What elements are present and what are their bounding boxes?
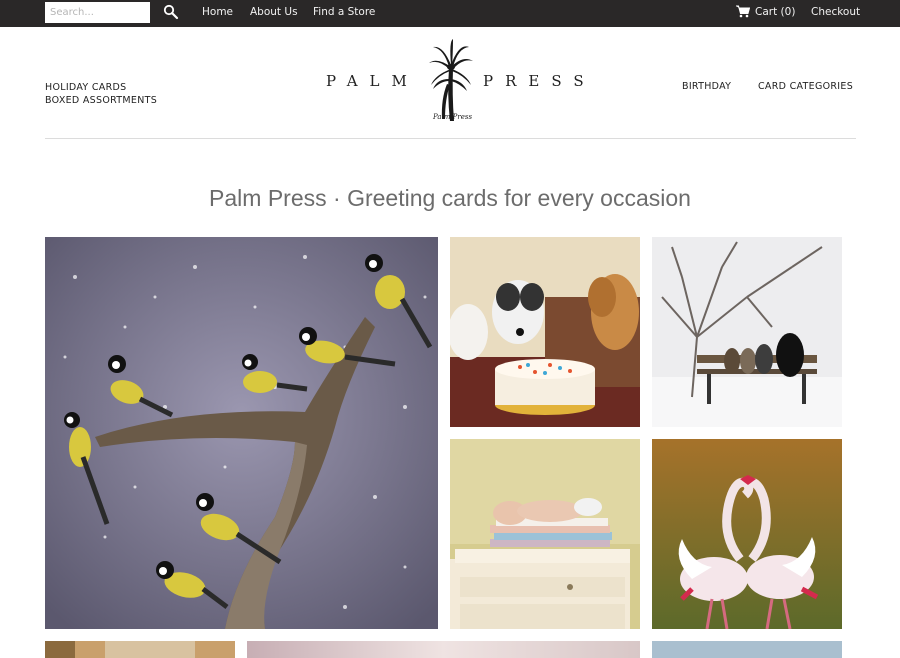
top-bar: Home About Us Find a Store Cart (0) Chec… [0,0,900,27]
page-tagline: Palm Press · Greeting cards for every oc… [209,185,691,211]
nav-card-categories[interactable]: CARD CATEGORIES [758,81,853,92]
logo-word-left[interactable]: PALM [326,72,419,90]
card-image-bottom-3[interactable] [652,641,842,658]
checkout-link[interactable]: Checkout [811,6,860,18]
site-header: HOLIDAY CARDS BOXED ASSORTMENTS PALM Pal… [45,27,856,139]
card-image-bottom-2[interactable] [247,641,640,658]
search-icon[interactable] [163,4,179,20]
nav-home-link[interactable]: Home [202,6,233,18]
nav-left: HOLIDAY CARDS BOXED ASSORTMENTS [45,81,157,107]
nav-holiday-cards[interactable]: HOLIDAY CARDS [45,81,157,94]
logo-signature: Palm Press [433,113,473,121]
card-image-baby-towels[interactable] [450,439,640,629]
search-input[interactable] [45,2,150,23]
nav-about-link[interactable]: About Us [250,6,298,18]
card-image-dogs-cake[interactable] [450,237,640,427]
cart-link[interactable]: Cart (0) [755,6,795,18]
card-image-bottom-1[interactable] [45,641,235,658]
nav-boxed-assortments[interactable]: BOXED ASSORTMENTS [45,94,157,107]
card-image-flamingos[interactable] [652,439,842,629]
palm-tree-logo-icon[interactable] [427,39,475,123]
cart-icon[interactable] [736,5,750,18]
nav-find-store-link[interactable]: Find a Store [313,6,375,18]
logo-word-right[interactable]: PRESS [483,72,596,90]
card-image-dogs-bench-snow[interactable] [652,237,842,427]
nav-birthday[interactable]: BIRTHDAY [682,81,731,92]
card-image-birds-snow[interactable] [45,237,438,629]
